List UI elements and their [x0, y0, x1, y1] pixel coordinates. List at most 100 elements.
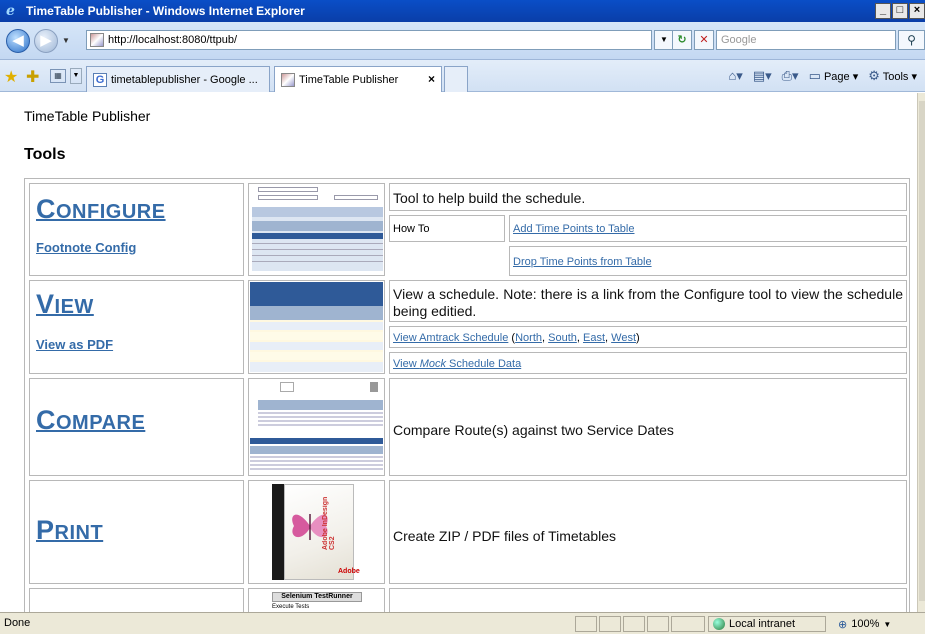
status-panel: [599, 616, 621, 632]
view-description: View a schedule. Note: there is a link f…: [393, 286, 903, 319]
back-button[interactable]: ◀: [6, 29, 30, 53]
view-link[interactable]: VIEW: [36, 289, 94, 320]
zone-label: Local intranet: [729, 618, 796, 630]
configure-title-cell: CONFIGURE Footnote Config: [29, 183, 244, 276]
google-favicon-icon: G: [93, 72, 107, 87]
configure-link[interactable]: CONFIGURE: [36, 194, 166, 225]
print-thumb-cell: Adobe InDesign CS2 Adobe: [248, 480, 385, 584]
zoom-control[interactable]: ⊕ 100% ▼: [834, 616, 920, 632]
configure-desc-cell: Tool to help build the schedule.: [389, 183, 907, 211]
tab-list-dropdown-icon[interactable]: ▼: [70, 68, 82, 84]
vertical-scrollbar[interactable]: [917, 93, 925, 612]
search-icon[interactable]: ⚲: [898, 30, 925, 50]
page-menu[interactable]: ▭ Page ▾: [809, 68, 859, 84]
refresh-button[interactable]: ↻: [672, 30, 692, 50]
maximize-button[interactable]: □: [892, 3, 908, 19]
status-panel: [671, 616, 705, 632]
zoom-level: 100%: [851, 618, 880, 630]
security-zone[interactable]: Local intranet: [708, 616, 826, 632]
feeds-icon[interactable]: ▤▾: [753, 68, 772, 84]
tab-bar: ★ ✚ ▦ ▼ G timetablepublisher - Google ..…: [0, 60, 925, 92]
print-link[interactable]: PRINT: [36, 515, 103, 546]
quick-tabs-icon[interactable]: ▦: [50, 69, 66, 83]
amtrack-line: View Amtrack Schedule (North, South, Eas…: [393, 332, 640, 344]
window-title: TimeTable Publisher - Windows Internet E…: [26, 4, 305, 18]
compare-title-cell: COMPARE: [29, 378, 244, 476]
scrollbar-thumb[interactable]: [919, 101, 925, 601]
compare-thumb-cell: [248, 378, 385, 476]
howto-drop-cell: Drop Time Points from Table: [509, 246, 907, 276]
west-link[interactable]: West: [611, 332, 636, 344]
add-favorites-icon[interactable]: ✚: [26, 67, 39, 87]
tab-favicon-icon: [281, 72, 295, 87]
page-icon: ▭: [808, 68, 821, 83]
print-desc-cell: Create ZIP / PDF files of Timetables: [389, 480, 907, 584]
forward-button[interactable]: ▶: [34, 29, 58, 53]
new-tab-button[interactable]: [444, 66, 468, 92]
howto-add-cell: Add Time Points to Table: [509, 215, 907, 242]
compare-thumbnail[interactable]: [250, 380, 383, 474]
url-dropdown-icon[interactable]: ▼: [654, 30, 674, 50]
footnote-config-link[interactable]: Footnote Config: [36, 240, 136, 255]
south-link[interactable]: South: [548, 332, 577, 344]
print-description: Create ZIP / PDF files of Timetables: [393, 528, 617, 544]
compare-link[interactable]: COMPARE: [36, 405, 145, 436]
page-favicon-icon: [90, 33, 104, 47]
tools-heading: Tools: [24, 146, 66, 163]
view-desc-cell: View a schedule. Note: there is a link f…: [389, 280, 907, 322]
print-icon[interactable]: ⎙▾: [782, 68, 799, 84]
configure-description: Tool to help build the schedule.: [393, 190, 586, 206]
gear-icon: ⚙: [868, 68, 880, 83]
configure-thumb-cell: [248, 183, 385, 276]
zoom-dropdown-icon[interactable]: ▼: [883, 620, 891, 629]
print-title-cell: PRINT: [29, 480, 244, 584]
east-link[interactable]: East: [583, 332, 605, 344]
selenium-thumb-cell: Selenium TestRunner Execute Tests: [248, 588, 385, 612]
compare-description: Compare Route(s) against two Service Dat…: [393, 422, 674, 438]
close-window-button[interactable]: ×: [909, 3, 925, 19]
url-input[interactable]: http://localhost:8080/ttpub/: [86, 30, 652, 50]
howto-label: How To: [393, 223, 430, 235]
compare-desc-cell: Compare Route(s) against two Service Dat…: [389, 378, 907, 476]
search-input[interactable]: Google: [716, 30, 896, 50]
drop-time-points-link[interactable]: Drop Time Points from Table: [513, 256, 652, 268]
north-link[interactable]: North: [515, 332, 542, 344]
view-as-pdf-link[interactable]: View as PDF: [36, 337, 113, 352]
amtrack-cell: View Amtrack Schedule (North, South, Eas…: [389, 326, 907, 348]
close-tab-icon[interactable]: ×: [428, 72, 435, 86]
selenium-desc-cell: [389, 588, 907, 612]
view-title-cell: VIEW View as PDF: [29, 280, 244, 374]
minimize-button[interactable]: _: [875, 3, 891, 19]
ie-logo-icon: e: [6, 3, 15, 19]
mock-cell: View Mock Schedule Data: [389, 352, 907, 374]
adobe-logo: Adobe: [338, 568, 360, 575]
stop-button[interactable]: ✕: [694, 30, 714, 50]
title-bar: e TimeTable Publisher - Windows Internet…: [0, 0, 925, 22]
tools-table: CONFIGURE Footnote Config Tool to help b…: [24, 178, 910, 612]
tab-label: TimeTable Publisher: [299, 73, 399, 86]
tab-google[interactable]: G timetablepublisher - Google ...: [86, 66, 270, 92]
selenium-title-cell: [29, 588, 244, 612]
zoom-icon: ⊕: [838, 618, 848, 631]
view-thumb-cell: [248, 280, 385, 374]
view-mock-schedule-link[interactable]: View Mock Schedule Data: [393, 358, 521, 370]
tools-menu[interactable]: ⚙ Tools ▾: [868, 68, 917, 84]
selenium-thumbnail[interactable]: Selenium TestRunner Execute Tests: [250, 590, 383, 612]
tab-timetable-publisher[interactable]: TimeTable Publisher ×: [274, 66, 442, 92]
add-time-points-link[interactable]: Add Time Points to Table: [513, 223, 634, 235]
print-thumbnail[interactable]: Adobe InDesign CS2 Adobe: [250, 482, 383, 582]
history-dropdown-icon[interactable]: ▼: [62, 36, 70, 45]
view-thumbnail[interactable]: [250, 282, 383, 372]
url-text: http://localhost:8080/ttpub/: [108, 34, 238, 46]
configure-thumbnail[interactable]: [250, 185, 383, 274]
command-bar: ⌂▾ ▤▾ ⎙▾ ▭ Page ▾ ⚙ Tools ▾: [728, 68, 917, 84]
favorites-star-icon[interactable]: ★: [4, 67, 18, 87]
selenium-thumb-title: Selenium TestRunner: [272, 592, 362, 602]
amtrack-close-paren: ): [636, 332, 640, 344]
indesign-box-label: Adobe InDesign CS2: [322, 496, 336, 550]
view-amtrack-schedule-link[interactable]: View Amtrack Schedule: [393, 332, 508, 344]
tools-menu-label: Tools: [882, 71, 909, 83]
home-icon[interactable]: ⌂▾: [728, 68, 742, 84]
status-bar: Done Local intranet ⊕ 100% ▼: [0, 612, 925, 634]
address-bar: ◀ ▶ ▼ http://localhost:8080/ttpub/ ▼ ↻ ✕…: [0, 22, 925, 60]
